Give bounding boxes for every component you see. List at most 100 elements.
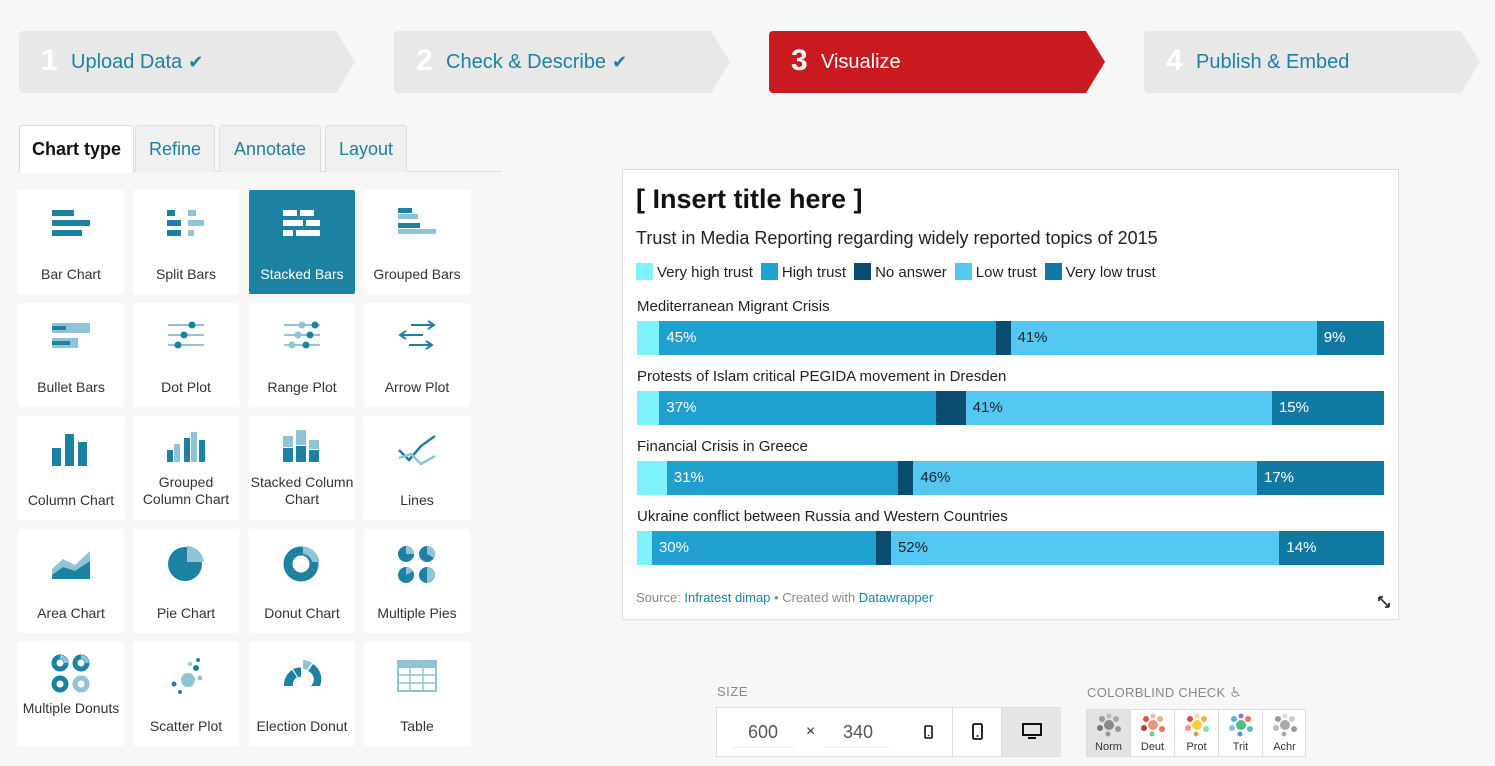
chart-type-pie-chart[interactable]: Pie Chart: [133, 529, 239, 633]
bar-segment: [659, 391, 937, 425]
chart-type-label: Multiple Pies: [377, 605, 457, 621]
colorblind-mode-trit[interactable]: Trit: [1219, 710, 1263, 756]
tab-annotate[interactable]: Annotate: [219, 125, 321, 172]
datawrapper-link[interactable]: Datawrapper: [859, 590, 933, 605]
stacked-bars-icon: [283, 210, 320, 236]
source-link[interactable]: Infratest dimap: [684, 590, 770, 605]
bar-value-label: 46%: [920, 469, 951, 486]
chart-type-label: Scatter Plot: [149, 718, 223, 734]
bar-value-label: 30%: [658, 539, 689, 556]
width-input[interactable]: [731, 718, 795, 748]
source-prefix: Source:: [636, 590, 685, 605]
bar-segment: [637, 391, 660, 425]
bar-value-label: 41%: [972, 399, 1003, 416]
bar-value-label: 41%: [1017, 329, 1048, 346]
stacked-bar: 37% 41% 15%: [637, 391, 1385, 425]
step-number: 1: [41, 44, 58, 77]
chart-type-bullet-bars[interactable]: Bullet Bars: [18, 303, 124, 407]
chart-type-grouped-column-chart[interactable]: Grouped Column Chart: [133, 416, 239, 520]
colorblind-mode-deut[interactable]: Deut: [1131, 710, 1175, 756]
legend-label: Very low trust: [1065, 264, 1156, 281]
accessibility-icon: ♿: [1229, 684, 1243, 700]
chart-type-label: Range Plot: [267, 379, 337, 395]
chart-type-label: Pie Chart: [156, 605, 216, 621]
device-mobile-small[interactable]: [904, 708, 952, 756]
colorblind-mode-prot[interactable]: Prot: [1175, 710, 1219, 756]
colorblind-mode-achr[interactable]: Achr: [1263, 710, 1307, 756]
legend-swatch: [760, 263, 778, 280]
desktop-icon: [1022, 723, 1042, 739]
chart-type-label: Multiple Donuts: [22, 700, 120, 716]
colorblind-mode-label: Norm: [1095, 741, 1122, 753]
legend-label: Low trust: [975, 264, 1037, 281]
colorblind-mode-label: Deut: [1140, 741, 1165, 753]
source-middle: • Created with: [770, 590, 859, 605]
bar-segment: [637, 321, 660, 355]
size-controls: ×: [716, 707, 1061, 757]
grouped-bars-icon: [398, 208, 436, 234]
chart-title[interactable]: [ Insert title here ]: [636, 184, 863, 215]
bar-segment: [1010, 321, 1318, 355]
step-number: 4: [1166, 44, 1183, 77]
tab-chart-type[interactable]: Chart type: [19, 125, 134, 173]
chart-type-election-donut[interactable]: Election Donut: [249, 642, 355, 746]
chart-type-label: Stacked Bars: [260, 266, 344, 282]
chart-type-label: Donut Chart: [264, 605, 340, 621]
chart-type-grouped-bars[interactable]: Grouped Bars: [364, 190, 470, 294]
chart-type-label: Area Chart: [37, 605, 105, 621]
bar-segment: [637, 461, 668, 495]
bar-segment: [898, 461, 914, 495]
chart-type-area-chart[interactable]: Area Chart: [18, 529, 124, 633]
multiple-pies-icon: [398, 545, 436, 583]
chart-type-arrow-plot[interactable]: Arrow Plot: [364, 303, 470, 407]
chart-type-donut-chart[interactable]: Donut Chart: [249, 529, 355, 633]
chart-type-split-bars[interactable]: Split Bars: [133, 190, 239, 294]
color-dots-icon: [1273, 713, 1297, 737]
chart-preview: [ Insert title here ] Trust in Media Rep…: [622, 169, 1399, 620]
tab-layout[interactable]: Layout: [325, 125, 407, 172]
bar-segment: [913, 461, 1258, 495]
colorblind-mode-norm[interactable]: Norm: [1087, 710, 1131, 756]
colorblind-check-label: COLORBLIND CHECK ♿: [1087, 684, 1243, 700]
chart-type-table[interactable]: Table: [364, 642, 470, 746]
chart-type-multiple-pies[interactable]: Multiple Pies: [364, 529, 470, 633]
range-plot-icon: [284, 321, 320, 349]
step-number: 3: [791, 44, 808, 77]
chart-type-stacked-bars[interactable]: Stacked Bars: [249, 190, 355, 294]
device-desktop[interactable]: [1001, 708, 1061, 756]
legend-item: Low trust: [954, 263, 1037, 282]
chart-type-column-chart[interactable]: Column Chart: [18, 416, 124, 520]
bar-segment: [995, 321, 1011, 355]
progress-steps: 1 Upload Data ✔ 2 Check & Describe ✔ 3 Vis…: [0, 31, 1495, 93]
tab-refine[interactable]: Refine: [135, 125, 215, 172]
pie-chart-icon: [168, 546, 204, 581]
multiple-donuts-icon: [51, 654, 90, 693]
bar-segment: [935, 391, 967, 425]
chart-type-lines[interactable]: Lines: [364, 416, 470, 520]
legend-swatch: [636, 263, 653, 280]
lines-icon: [398, 434, 436, 466]
color-dots-icon: [1229, 713, 1253, 737]
chart-type-label: Election Donut: [256, 718, 348, 734]
checkmark-icon: ✔: [188, 52, 204, 72]
column-chart-icon: [52, 434, 87, 466]
chart-type-stacked-column-chart[interactable]: Stacked Column Chart: [249, 416, 355, 520]
chart-type-multiple-donuts[interactable]: Multiple Donuts: [18, 642, 124, 746]
stacked-column-chart-icon: [283, 430, 319, 462]
chart-type-label: Table: [400, 718, 434, 734]
device-mobile[interactable]: [952, 708, 1001, 756]
chart-type-label: Arrow Plot: [384, 379, 450, 395]
chart-type-dot-plot[interactable]: Dot Plot: [133, 303, 239, 407]
chart-type-label: Grouped Bars: [373, 266, 461, 282]
legend-label: No answer: [875, 264, 947, 281]
height-input[interactable]: [826, 718, 890, 748]
chart-type-scatter-plot[interactable]: Scatter Plot: [133, 642, 239, 746]
chart-type-grid: Bar Chart Split Bars Stacked Bars Groupe…: [18, 190, 470, 746]
legend-swatch: [854, 263, 872, 280]
chart-type-range-plot[interactable]: Range Plot: [249, 303, 355, 407]
legend-item: High trust: [760, 263, 846, 282]
resize-handle-icon[interactable]: [1378, 596, 1390, 608]
chart-type-bar-chart[interactable]: Bar Chart: [18, 190, 124, 294]
legend-item: Very low trust: [1044, 263, 1156, 282]
step-label: Publish & Embed: [1196, 51, 1350, 73]
